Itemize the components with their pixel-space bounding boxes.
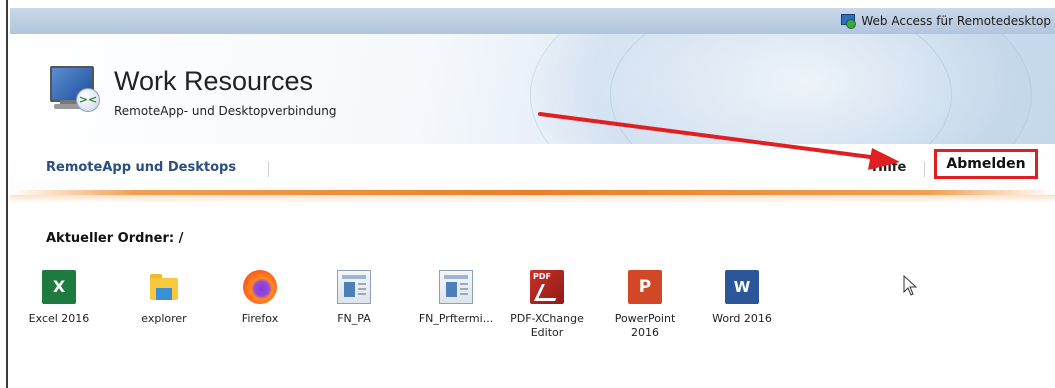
app-tile-fn-pa[interactable]: FN_PA <box>308 270 400 326</box>
nav-divider <box>924 161 925 177</box>
app-label: PDF-XChange Editor <box>510 312 584 339</box>
excel-icon: X <box>42 270 76 304</box>
topbar-title-text: Web Access für Remotedesktop <box>861 14 1051 28</box>
navigation-bar: RemoteApp und Desktops Hilfe Abmelden <box>10 144 1055 190</box>
current-folder-label: Aktueller Ordner: / <box>46 231 184 246</box>
topbar-title: Web Access für Remotedesktop <box>840 13 1051 29</box>
mouse-cursor-icon <box>903 275 918 296</box>
app-label: Excel 2016 <box>28 312 90 325</box>
word-icon: W <box>725 270 759 304</box>
page-subtitle: RemoteApp- und Desktopverbindung <box>114 104 337 118</box>
app-label: PowerPoint 2016 <box>614 312 676 339</box>
app-label: Word 2016 <box>712 312 772 325</box>
remote-desktop-icon <box>840 13 857 29</box>
app-tile-excel[interactable]: X Excel 2016 <box>13 270 105 326</box>
folder-explorer-icon <box>147 270 181 304</box>
app-label: FN_Prftermi... <box>418 312 494 325</box>
page-title: Work Resources <box>114 66 314 96</box>
header-accent-shadow <box>10 195 1055 203</box>
firefox-icon <box>243 270 277 304</box>
nav-help-link[interactable]: Hilfe <box>872 160 906 175</box>
app-tile-fn-prftermi[interactable]: FN_Prftermi... <box>410 270 502 326</box>
app-tile-firefox[interactable]: Firefox <box>214 270 306 326</box>
browser-title-bar: Web Access für Remotedesktop <box>10 8 1055 34</box>
remote-computer-logo-icon: >< <box>46 60 102 114</box>
app-tile-powerpoint[interactable]: P PowerPoint 2016 <box>599 270 691 340</box>
app-label: explorer <box>141 312 187 325</box>
nav-remoteapp-desktops[interactable]: RemoteApp und Desktops <box>46 160 236 175</box>
remoteapp-window-icon <box>439 270 473 304</box>
powerpoint-icon: P <box>628 270 662 304</box>
nav-divider <box>268 161 269 177</box>
window-left-edge <box>0 0 8 388</box>
remoteapp-window-icon <box>337 270 371 304</box>
logout-button[interactable]: Abmelden <box>934 149 1038 179</box>
app-tile-explorer[interactable]: explorer <box>118 270 210 326</box>
app-tile-word[interactable]: W Word 2016 <box>696 270 788 326</box>
pdf-xchange-icon: PDF <box>530 270 564 304</box>
pdf-tag: PDF <box>533 272 551 281</box>
globe-decoration-ring <box>610 34 952 144</box>
app-label: FN_PA <box>337 312 371 325</box>
page-header: >< Work Resources RemoteApp- und Desktop… <box>10 34 1055 144</box>
app-tile-pdf-xchange[interactable]: PDF PDF-XChange Editor <box>501 270 593 340</box>
app-label: Firefox <box>241 312 279 325</box>
